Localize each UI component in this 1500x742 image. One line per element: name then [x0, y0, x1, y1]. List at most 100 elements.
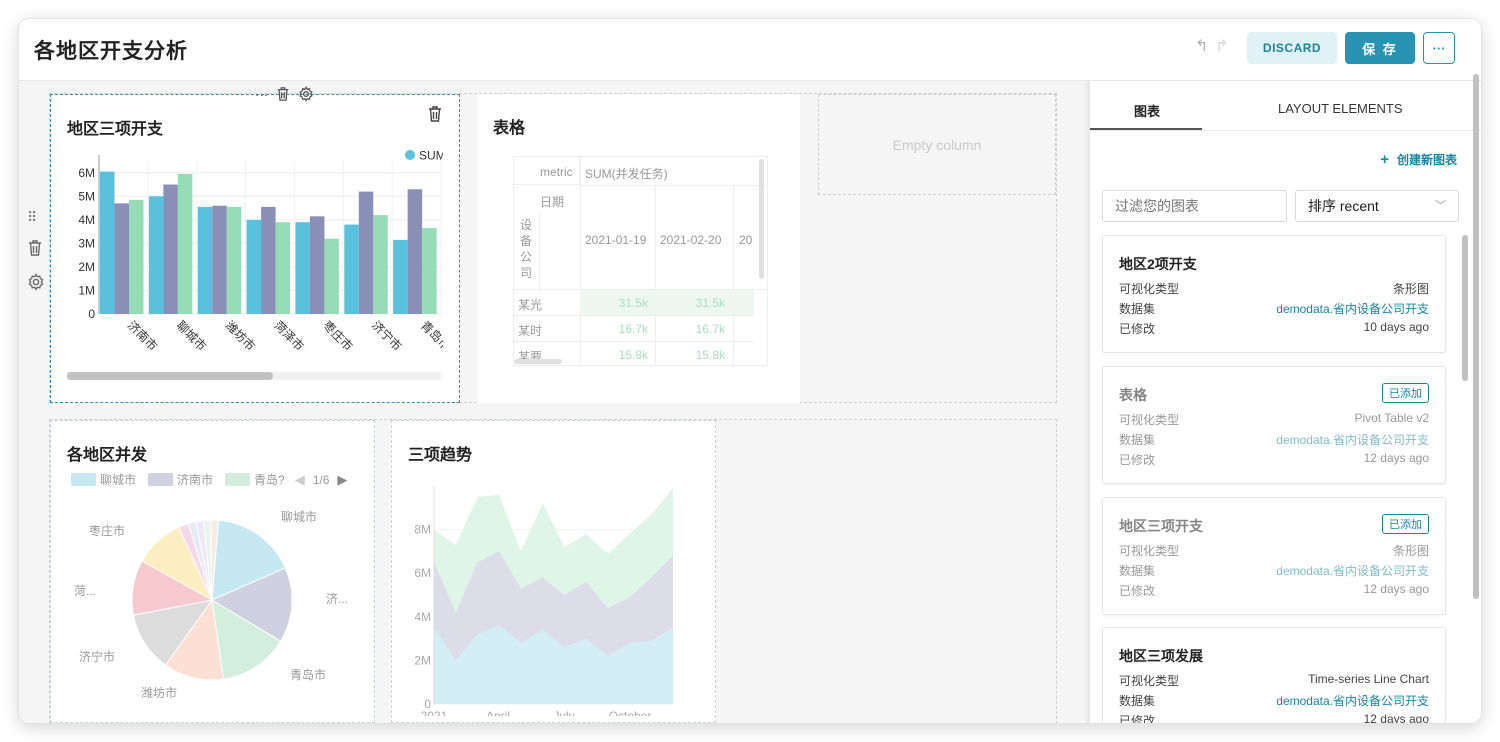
more-dots-icon[interactable]: ··· [255, 87, 268, 102]
more-options-button[interactable]: ··· [1423, 32, 1455, 64]
row-trash-icon[interactable] [27, 239, 43, 262]
legend-next-icon[interactable]: ▶ [337, 472, 347, 488]
x-tick-label: October [609, 709, 652, 716]
area-chart-title: 三项趋势 [408, 447, 473, 464]
dashboard-window: 各地区开支分析 ↰ ↱ DISCARD 保 存 ··· ⠿ ··· 地区三项开支 [19, 19, 1481, 723]
pie-slice-label: 枣庄市 [89, 523, 125, 538]
bar [246, 219, 262, 314]
bar [129, 199, 144, 314]
active-tab-indicator [1090, 128, 1202, 130]
filter-charts-input[interactable] [1102, 190, 1287, 222]
x-tick-label: 潍坊市 [222, 318, 258, 354]
bar [358, 191, 374, 314]
pivot-row-label: 某光 [518, 298, 543, 312]
legend-swatch [148, 473, 174, 486]
plus-icon: + [1380, 151, 1389, 168]
chart-list-item[interactable]: 地区2项开支 可视化类型 条形图 数据集 demodata.省内设备公司开支 已… [1102, 235, 1446, 353]
pie-slice-label: 济... [326, 591, 348, 606]
dashboard-canvas: ⠿ ··· 地区三项开支 SUM 0 1M 2M 3M 4M 5M 6M 济南市 聊城市 潍坊 [19, 81, 1089, 723]
x-tick-label: 菏泽市 [271, 318, 307, 354]
bar-chart-plot: SUM 0 1M 2M 3M 4M 5M 6M 济南市 聊城市 潍坊市 菏泽市 枣庄市 济宁市 青岛市 [67, 149, 443, 380]
meta-value-viz-type: 条形图 [1392, 282, 1429, 296]
bar [373, 215, 388, 314]
discard-button[interactable]: DISCARD [1247, 32, 1337, 64]
meta-value-modified: 12 days ago [1363, 451, 1429, 465]
x-tick-label: 济南市 [125, 318, 161, 354]
window-scrollbar[interactable] [1473, 74, 1479, 599]
legend-item[interactable]: 济南市 [177, 471, 213, 488]
bar [407, 189, 423, 314]
meta-value-viz-type: Time-series Line Chart [1308, 672, 1429, 686]
legend-page: 1/6 [312, 472, 330, 487]
chart-sidebar: 图表 LAYOUT ELEMENTS + 创建新图表 排序 recent ﹀ 地区… [1089, 81, 1481, 723]
table-vertical-scrollbar[interactable] [759, 159, 764, 279]
card-trash-icon[interactable] [427, 105, 443, 128]
meta-label-dataset: 数据集 [1119, 302, 1156, 316]
meta-value-dataset-link[interactable]: demodata.省内设备公司开支 [1276, 562, 1429, 579]
dashboard-header: 各地区开支分析 ↰ ↱ DISCARD 保 存 ··· [19, 19, 1481, 81]
x-tick-label: July [553, 709, 574, 716]
added-badge: 已添加 [1382, 383, 1429, 403]
pivot-corner-date: 日期 [540, 195, 565, 209]
bar [261, 206, 276, 314]
gear-icon[interactable] [298, 86, 314, 102]
meta-label-dataset: 数据集 [1119, 564, 1156, 578]
row-settings-gear-icon[interactable] [27, 273, 45, 296]
pivot-cell: 31.5k [618, 296, 648, 310]
sort-select[interactable]: 排序 recent ﹀ [1295, 190, 1459, 222]
undo-icon[interactable]: ↰ [1195, 36, 1208, 56]
pie-chart-card[interactable]: 各地区并发 聊城市 济南市 青岛? ◀ 1/6 ▶ 聊城市 济... 青岛市 潍坊市 济… [50, 420, 375, 723]
bar [197, 206, 213, 314]
horizontal-scrollbar[interactable] [67, 372, 273, 380]
bar [163, 184, 178, 314]
pivot-cell: 15.8k [695, 348, 725, 362]
sidebar-scrollbar[interactable] [1462, 235, 1468, 381]
x-tick-label: 聊城市 [174, 318, 210, 354]
page-title[interactable]: 各地区开支分析 [34, 35, 188, 65]
area-chart-card[interactable]: 三项趋势 0 2M 4M 6M 8M 2021 April July October [391, 420, 716, 723]
meta-label-dataset: 数据集 [1119, 433, 1156, 447]
tab-layout-elements[interactable]: LAYOUT ELEMENTS [1278, 101, 1403, 116]
create-new-chart-link[interactable]: + 创建新图表 [1380, 151, 1457, 168]
pivot-cell: 15.8k [618, 348, 648, 362]
legend-item[interactable]: 青岛? [254, 471, 285, 488]
y-tick-label: 4M [78, 213, 95, 227]
meta-value-modified: 10 days ago [1363, 320, 1429, 334]
table-chart-card[interactable]: 表格 metric 日期 SUM(并发任务) 设备公司 2021-01-19 2… [477, 94, 800, 403]
pivot-date-col-2: 2021-02-20 [660, 233, 722, 247]
pivot-date-col-3: 20 [739, 233, 753, 247]
pivot-corner-metric: metric [540, 165, 573, 179]
chart-list-item[interactable]: 地区三项开支 已添加 可视化类型 条形图 数据集 demodata.省内设备公司… [1102, 497, 1446, 615]
empty-column[interactable]: Empty column [818, 94, 1056, 195]
meta-value-dataset-link[interactable]: demodata.省内设备公司开支 [1276, 300, 1429, 317]
tab-charts[interactable]: 图表 [1134, 101, 1160, 120]
meta-label-modified: 已修改 [1119, 453, 1156, 467]
meta-value-viz-type: Pivot Table v2 [1354, 411, 1430, 425]
redo-icon[interactable]: ↱ [1215, 36, 1228, 56]
meta-label-viz-type: 可视化类型 [1119, 413, 1180, 427]
drag-handle-icon[interactable]: ⠿ [27, 209, 37, 226]
meta-value-dataset-link[interactable]: demodata.省内设备公司开支 [1276, 431, 1429, 448]
bar-chart-title: 地区三项开支 [67, 121, 164, 138]
pie-slice-label: 聊城市 [281, 509, 317, 524]
bar [275, 222, 291, 314]
bar-chart-card[interactable]: ··· 地区三项开支 SUM 0 1M 2M 3M 4M 5M 6M 济南市 聊城市 潍坊市 菏泽市… [50, 86, 460, 403]
meta-value-dataset-link[interactable]: demodata.省内设备公司开支 [1276, 692, 1429, 709]
y-tick-label: 5M [78, 189, 95, 203]
save-button[interactable]: 保 存 [1345, 32, 1415, 64]
y-tick-label: 6M [414, 566, 431, 580]
meta-label-modified: 已修改 [1119, 322, 1156, 336]
chart-list-item[interactable]: 表格 已添加 可视化类型 Pivot Table v2 数据集 demodata… [1102, 366, 1446, 484]
legend-item[interactable]: 聊城市 [100, 471, 136, 488]
trash-icon[interactable] [276, 86, 290, 102]
bar [393, 239, 408, 314]
legend-prev-icon[interactable]: ◀ [295, 472, 305, 488]
y-tick-label: 3M [78, 236, 95, 250]
chart-list-item[interactable]: 地区三项发展 可视化类型 Time-series Line Chart 数据集 … [1102, 627, 1446, 723]
empty-column-label: Empty column [892, 137, 982, 153]
table-horizontal-scrollbar[interactable] [514, 359, 562, 364]
sort-select-value: 排序 recent [1308, 198, 1379, 214]
bar [114, 203, 129, 314]
area-chart-plot: 02M4M6M8M2021 April July October [414, 486, 673, 716]
y-tick-label: 0 [88, 307, 95, 321]
